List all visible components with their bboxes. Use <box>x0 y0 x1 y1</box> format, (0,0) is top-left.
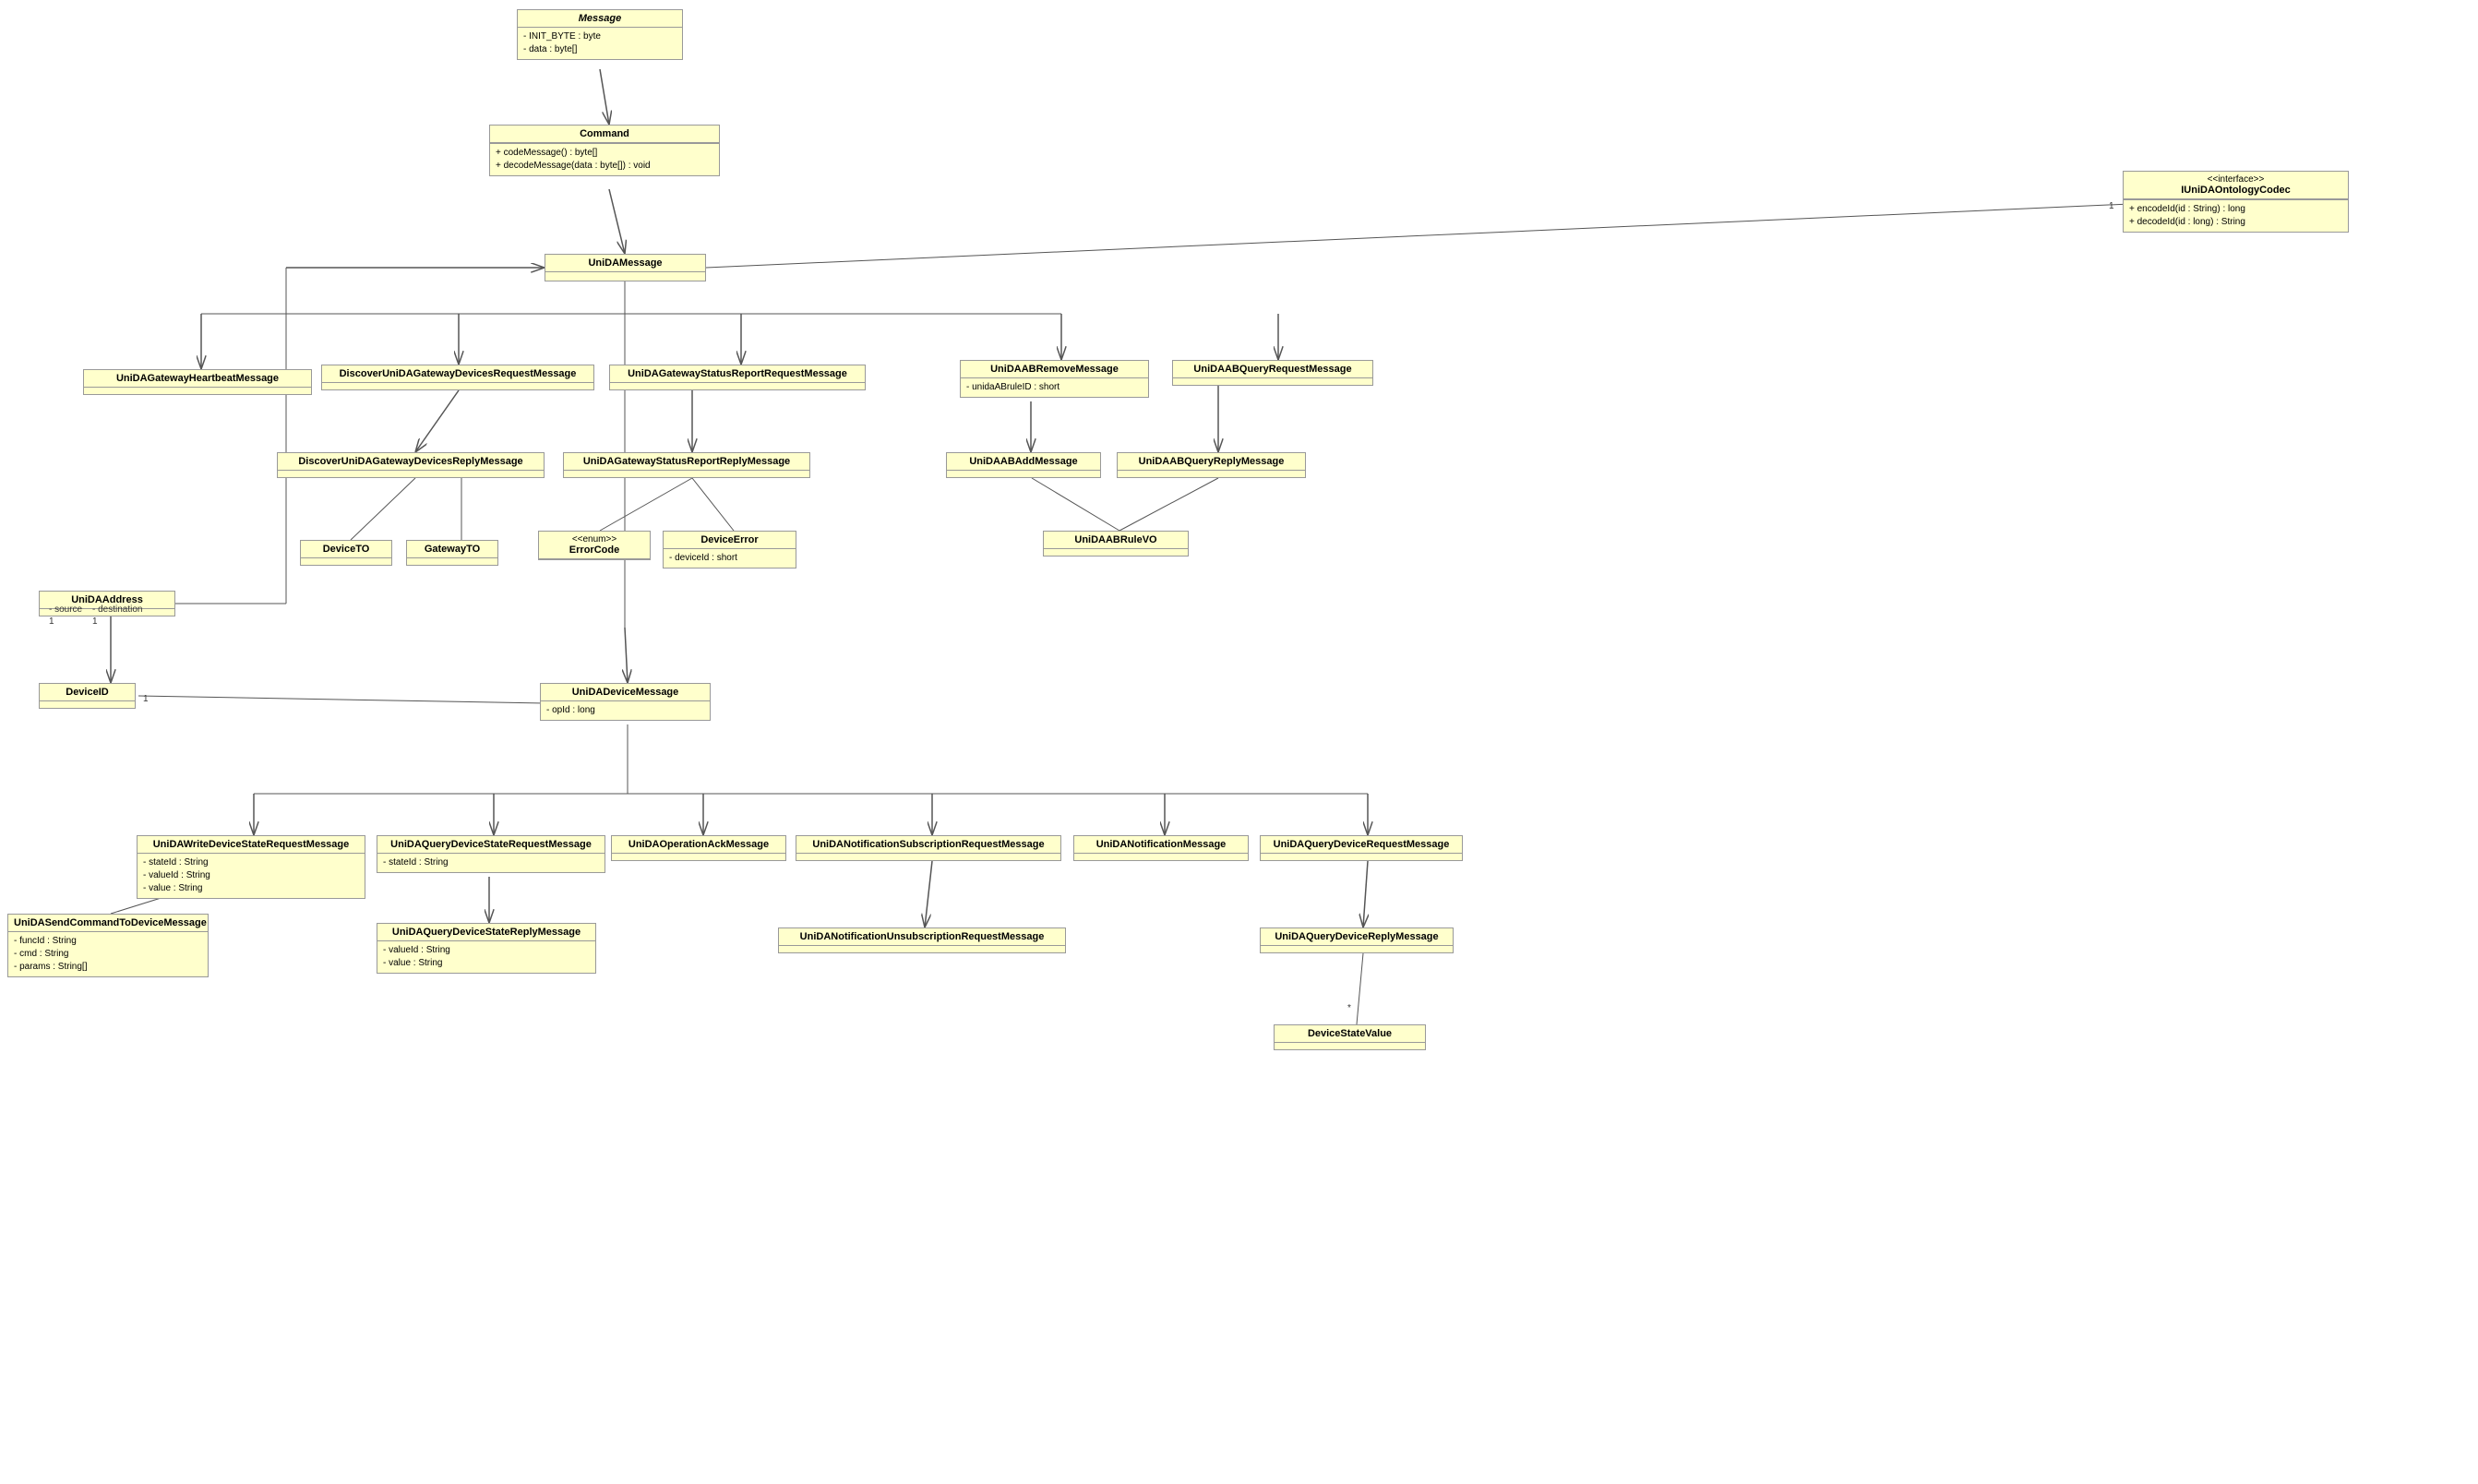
arrows-svg <box>0 0 2478 1484</box>
box-UniDAABQueryReplyMessage-title: UniDAABQueryReplyMessage <box>1118 453 1305 471</box>
box-StatusReportReply: UniDAGatewayStatusReportReplyMessage <box>563 452 810 478</box>
box-DeviceID-title: DeviceID <box>40 684 135 701</box>
label-destination: - destination <box>92 604 142 615</box>
box-UniDAQueryDeviceStateRequestMessage-title: UniDAQueryDeviceStateRequestMessage <box>377 836 605 854</box>
box-UniDAGatewayHeartbeatMessage-title: UniDAGatewayHeartbeatMessage <box>84 370 311 388</box>
box-DeviceStateValue-title: DeviceStateValue <box>1275 1025 1425 1043</box>
box-GatewayTO: GatewayTO <box>406 540 498 566</box>
box-DeviceTO: DeviceTO <box>300 540 392 566</box>
box-UniDANotificationUnsubscriptionRequestMessage-title: UniDANotificationUnsubscriptionRequestMe… <box>779 928 1065 946</box>
box-UniDANotificationSubscriptionRequestMessage-title: UniDANotificationSubscriptionRequestMess… <box>796 836 1060 854</box>
box-UniDAQueryDeviceStateReplyMessage: UniDAQueryDeviceStateReplyMessage - valu… <box>377 923 596 974</box>
box-UniDAWriteDeviceStateRequestMessage: UniDAWriteDeviceStateRequestMessage - st… <box>137 835 365 899</box>
box-UniDANotificationUnsubscriptionRequestMessage: UniDANotificationUnsubscriptionRequestMe… <box>778 928 1066 953</box>
box-UniDANotificationSubscriptionRequestMessage: UniDANotificationSubscriptionRequestMess… <box>796 835 1061 861</box>
label-1-dest: 1 <box>92 616 98 627</box>
box-Message: Message - INIT_BYTE : byte - data : byte… <box>517 9 683 60</box>
box-UniDADeviceMessage-attrs: - opId : long <box>541 701 710 720</box>
box-IUniDAOntologyCodec-title: <<interface>> IUniDAOntologyCodec <box>2124 172 2348 199</box>
box-StatusReportRequest: UniDAGatewayStatusReportRequestMessage <box>609 365 866 390</box>
box-Message-attrs: - INIT_BYTE : byte - data : byte[] <box>518 28 682 59</box>
label-source: - source <box>49 604 82 615</box>
box-UniDAQueryDeviceStateRequestMessage: UniDAQueryDeviceStateRequestMessage - st… <box>377 835 605 873</box>
box-DeviceError: DeviceError - deviceId : short <box>663 531 796 568</box>
box-UniDAQueryDeviceRequestMessage: UniDAQueryDeviceRequestMessage <box>1260 835 1463 861</box>
diagram-container: Message - INIT_BYTE : byte - data : byte… <box>0 0 2478 1484</box>
box-StatusReportReply-title: UniDAGatewayStatusReportReplyMessage <box>564 453 809 471</box>
box-UniDAWriteDeviceStateRequestMessage-title: UniDAWriteDeviceStateRequestMessage <box>138 836 365 854</box>
box-StatusReportRequest-title: UniDAGatewayStatusReportRequestMessage <box>610 365 865 383</box>
box-UniDAMessage-title: UniDAMessage <box>545 255 705 272</box>
box-DeviceError-title: DeviceError <box>664 532 796 549</box>
box-Command-title: Command <box>490 126 719 143</box>
label-1-iontology: 1 <box>2109 201 2114 211</box>
box-IUniDAOntologyCodec-methods: + encodeId(id : String) : long + decodeI… <box>2124 199 2348 232</box>
box-DeviceError-attrs: - deviceId : short <box>664 549 796 568</box>
box-DiscoverRequest-title: DiscoverUniDAGatewayDevicesRequestMessag… <box>322 365 593 383</box>
box-UniDASendCommandToDeviceMessage: UniDASendCommandToDeviceMessage - funcId… <box>7 914 209 977</box>
box-UniDAOperationAckMessage: UniDAOperationAckMessage <box>611 835 786 861</box>
label-1-deviceid: 1 <box>143 694 149 704</box>
box-UniDAWriteDeviceStateRequestMessage-attrs: - stateId : String - valueId : String - … <box>138 854 365 898</box>
box-Command-methods: + codeMessage() : byte[] + decodeMessage… <box>490 143 719 175</box>
box-DiscoverReply-title: DiscoverUniDAGatewayDevicesReplyMessage <box>278 453 544 471</box>
box-Command: Command + codeMessage() : byte[] + decod… <box>489 125 720 176</box>
box-UniDAABRemoveMessage-title: UniDAABRemoveMessage <box>961 361 1148 378</box>
box-UniDANotificationMessage-title: UniDANotificationMessage <box>1074 836 1248 854</box>
box-UniDASendCommandToDeviceMessage-title: UniDASendCommandToDeviceMessage <box>8 915 208 932</box>
box-DeviceStateValue: DeviceStateValue <box>1274 1024 1426 1050</box>
box-UniDASendCommandToDeviceMessage-attrs: - funcId : String - cmd : String - param… <box>8 932 208 976</box>
box-UniDAMessage: UniDAMessage <box>545 254 706 281</box>
box-Message-title: Message <box>518 10 682 28</box>
box-UniDAQueryDeviceStateReplyMessage-attrs: - valueId : String - value : String <box>377 941 595 973</box>
box-DeviceID: DeviceID <box>39 683 136 709</box>
box-DiscoverReply: DiscoverUniDAGatewayDevicesReplyMessage <box>277 452 545 478</box>
box-UniDAABQueryReplyMessage: UniDAABQueryReplyMessage <box>1117 452 1306 478</box>
box-UniDAABRemoveMessage: UniDAABRemoveMessage - unidaABruleID : s… <box>960 360 1149 398</box>
box-ErrorCode: <<enum>> ErrorCode <box>538 531 651 560</box>
box-IUniDAOntologyCodec: <<interface>> IUniDAOntologyCodec + enco… <box>2123 171 2349 233</box>
box-UniDAQueryDeviceStateRequestMessage-attrs: - stateId : String <box>377 854 605 872</box>
box-GatewayTO-title: GatewayTO <box>407 541 497 558</box>
box-UniDAGatewayHeartbeatMessage: UniDAGatewayHeartbeatMessage <box>83 369 312 395</box>
box-UniDADeviceMessage-title: UniDADeviceMessage <box>541 684 710 701</box>
box-ErrorCode-title: <<enum>> ErrorCode <box>539 532 650 559</box>
box-UniDAQueryDeviceReplyMessage: UniDAQueryDeviceReplyMessage <box>1260 928 1454 953</box>
box-UniDAABRuleVO: UniDAABRuleVO <box>1043 531 1189 556</box>
box-UniDAQueryDeviceStateReplyMessage-title: UniDAQueryDeviceStateReplyMessage <box>377 924 595 941</box>
box-UniDAOperationAckMessage-title: UniDAOperationAckMessage <box>612 836 785 854</box>
box-UniDAABQueryRequestMessage: UniDAABQueryRequestMessage <box>1172 360 1373 386</box>
box-UniDAQueryDeviceReplyMessage-title: UniDAQueryDeviceReplyMessage <box>1261 928 1453 946</box>
box-DiscoverRequest: DiscoverUniDAGatewayDevicesRequestMessag… <box>321 365 594 390</box>
label-asterisk: * <box>1347 1003 1351 1013</box>
box-UniDAABAddMessage-title: UniDAABAddMessage <box>947 453 1100 471</box>
box-UniDAQueryDeviceRequestMessage-title: UniDAQueryDeviceRequestMessage <box>1261 836 1462 854</box>
box-DeviceTO-title: DeviceTO <box>301 541 391 558</box>
box-UniDAABRuleVO-title: UniDAABRuleVO <box>1044 532 1188 549</box>
box-UniDAABAddMessage: UniDAABAddMessage <box>946 452 1101 478</box>
box-UniDAABRemoveMessage-attrs: - unidaABruleID : short <box>961 378 1148 397</box>
box-UniDADeviceMessage: UniDADeviceMessage - opId : long <box>540 683 711 721</box>
label-1-source: 1 <box>49 616 54 627</box>
box-UniDANotificationMessage: UniDANotificationMessage <box>1073 835 1249 861</box>
box-UniDAABQueryRequestMessage-title: UniDAABQueryRequestMessage <box>1173 361 1372 378</box>
